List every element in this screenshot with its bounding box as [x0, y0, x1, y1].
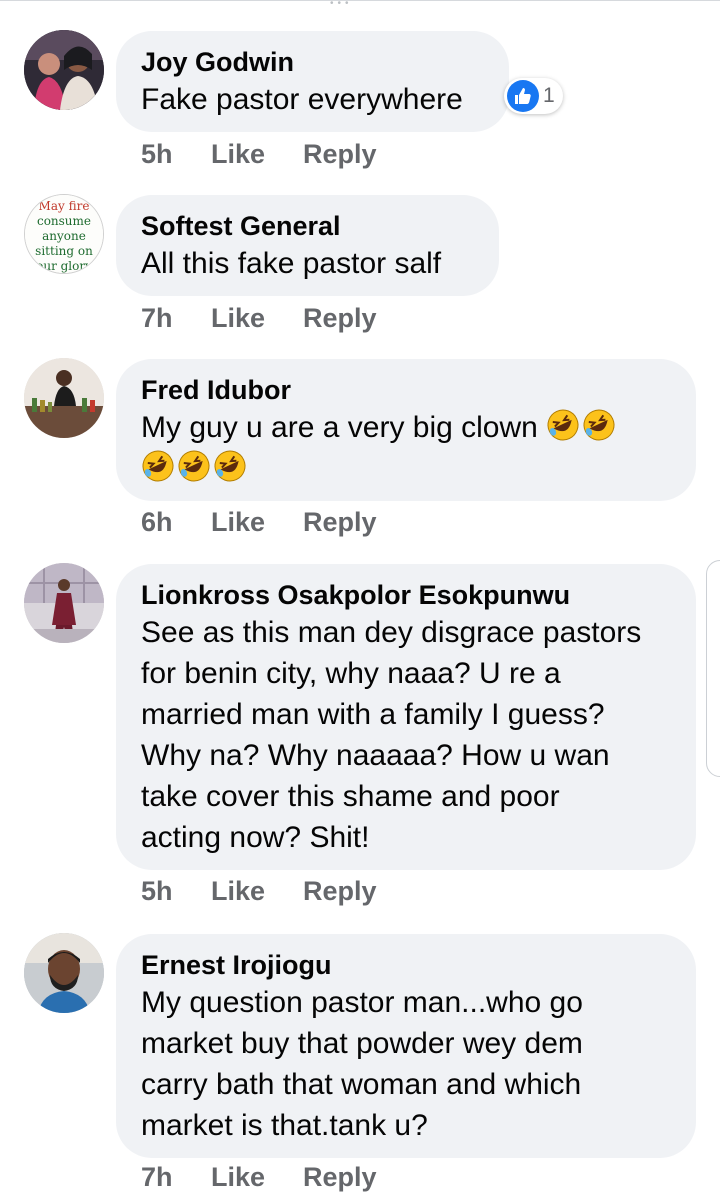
comment-text: Fake pastor everywhere [141, 83, 463, 116]
reaction-summary[interactable]: 1 [504, 78, 563, 114]
comment-text-line: take cover this shame and poor [141, 780, 560, 813]
avatar-text-image: May fire consume anyone sitting on our g… [25, 195, 103, 273]
comment-bubble: Fred Idubor My guy u are a very big clow… [116, 359, 696, 501]
side-panel-edge [706, 560, 720, 777]
avatar[interactable] [24, 933, 104, 1013]
comment-actions: 5h Like Reply [141, 139, 377, 170]
like-button[interactable]: Like [211, 876, 303, 907]
comment-actions: 7h Like Reply [141, 1162, 377, 1193]
commenter-name[interactable]: Ernest Irojiogu [141, 948, 670, 982]
avatar-text-line: our glory [36, 259, 92, 273]
comment-text: My guy u are a very big clown [141, 407, 670, 489]
avatar[interactable] [24, 563, 104, 643]
comment-text-line: carry bath that woman and which [141, 1068, 582, 1101]
reaction-count: 1 [543, 84, 555, 107]
commenter-name[interactable]: Joy Godwin [141, 45, 483, 79]
avatar[interactable]: May fire consume anyone sitting on our g… [24, 194, 104, 274]
comment-text-line: for benin city, why naaa? U re a [141, 657, 561, 690]
timestamp[interactable]: 5h [141, 876, 211, 907]
comment-text-line: My question pastor man...who go [141, 986, 583, 1019]
timestamp[interactable]: 7h [141, 303, 211, 334]
timestamp[interactable]: 6h [141, 507, 211, 538]
comment-text: All this fake pastor salf [141, 247, 442, 280]
avatar[interactable] [24, 358, 104, 438]
comment-bubble: Lionkross Osakpolor Esokpunwu See as thi… [116, 564, 696, 870]
rolling-on-floor-laughing-icon [213, 449, 247, 483]
thumbs-up-icon [507, 80, 539, 112]
comment-text-line: See as this man dey disgrace pastors [141, 616, 642, 649]
commenter-name[interactable]: Softest General [141, 209, 473, 243]
rolling-on-floor-laughing-icon [141, 449, 175, 483]
comment-text-line: Why na? Why naaaaa? How u wan [141, 739, 610, 772]
avatar-photo [24, 563, 104, 643]
avatar-text-line: consume [37, 214, 91, 228]
reply-button[interactable]: Reply [303, 303, 377, 334]
avatar-text-line: sitting on [35, 244, 93, 258]
comment-actions: 6h Like Reply [141, 507, 377, 538]
comment-text-line: market is that.tank u? [141, 1109, 428, 1142]
rolling-on-floor-laughing-icon [177, 449, 211, 483]
comment-bubble: Ernest Irojiogu My question pastor man..… [116, 934, 696, 1158]
comment-actions: 7h Like Reply [141, 303, 377, 334]
reply-button[interactable]: Reply [303, 507, 377, 538]
comment-bubble: Joy Godwin Fake pastor everywhere [116, 31, 509, 132]
avatar-photo [24, 30, 104, 110]
comment-actions: 5h Like Reply [141, 876, 377, 907]
avatar-photo [24, 933, 104, 1013]
timestamp[interactable]: 7h [141, 1162, 211, 1193]
avatar-text-line: May fire [39, 199, 90, 213]
reply-button[interactable]: Reply [303, 139, 377, 170]
rolling-on-floor-laughing-icon [546, 408, 580, 442]
comment-text-line: My guy u are a very big clown [141, 411, 538, 444]
reply-button[interactable]: Reply [303, 1162, 377, 1193]
avatar[interactable] [24, 30, 104, 110]
comment-text-line: acting now? Shit! [141, 821, 370, 854]
avatar-photo [24, 358, 104, 438]
more-dots-icon: ••• [330, 0, 353, 9]
comment-text-line: market buy that powder wey dem [141, 1027, 583, 1060]
like-button[interactable]: Like [211, 139, 303, 170]
rolling-on-floor-laughing-icon [582, 408, 616, 442]
like-button[interactable]: Like [211, 303, 303, 334]
comment-text-line: married man with a family I guess? [141, 698, 605, 731]
like-button[interactable]: Like [211, 1162, 303, 1193]
commenter-name[interactable]: Lionkross Osakpolor Esokpunwu [141, 578, 670, 612]
commenter-name[interactable]: Fred Idubor [141, 373, 670, 407]
timestamp[interactable]: 5h [141, 139, 211, 170]
avatar-text-line: anyone [42, 229, 86, 243]
comment-bubble: Softest General All this fake pastor sal… [116, 195, 499, 296]
like-button[interactable]: Like [211, 507, 303, 538]
top-divider [0, 0, 720, 5]
reply-button[interactable]: Reply [303, 876, 377, 907]
